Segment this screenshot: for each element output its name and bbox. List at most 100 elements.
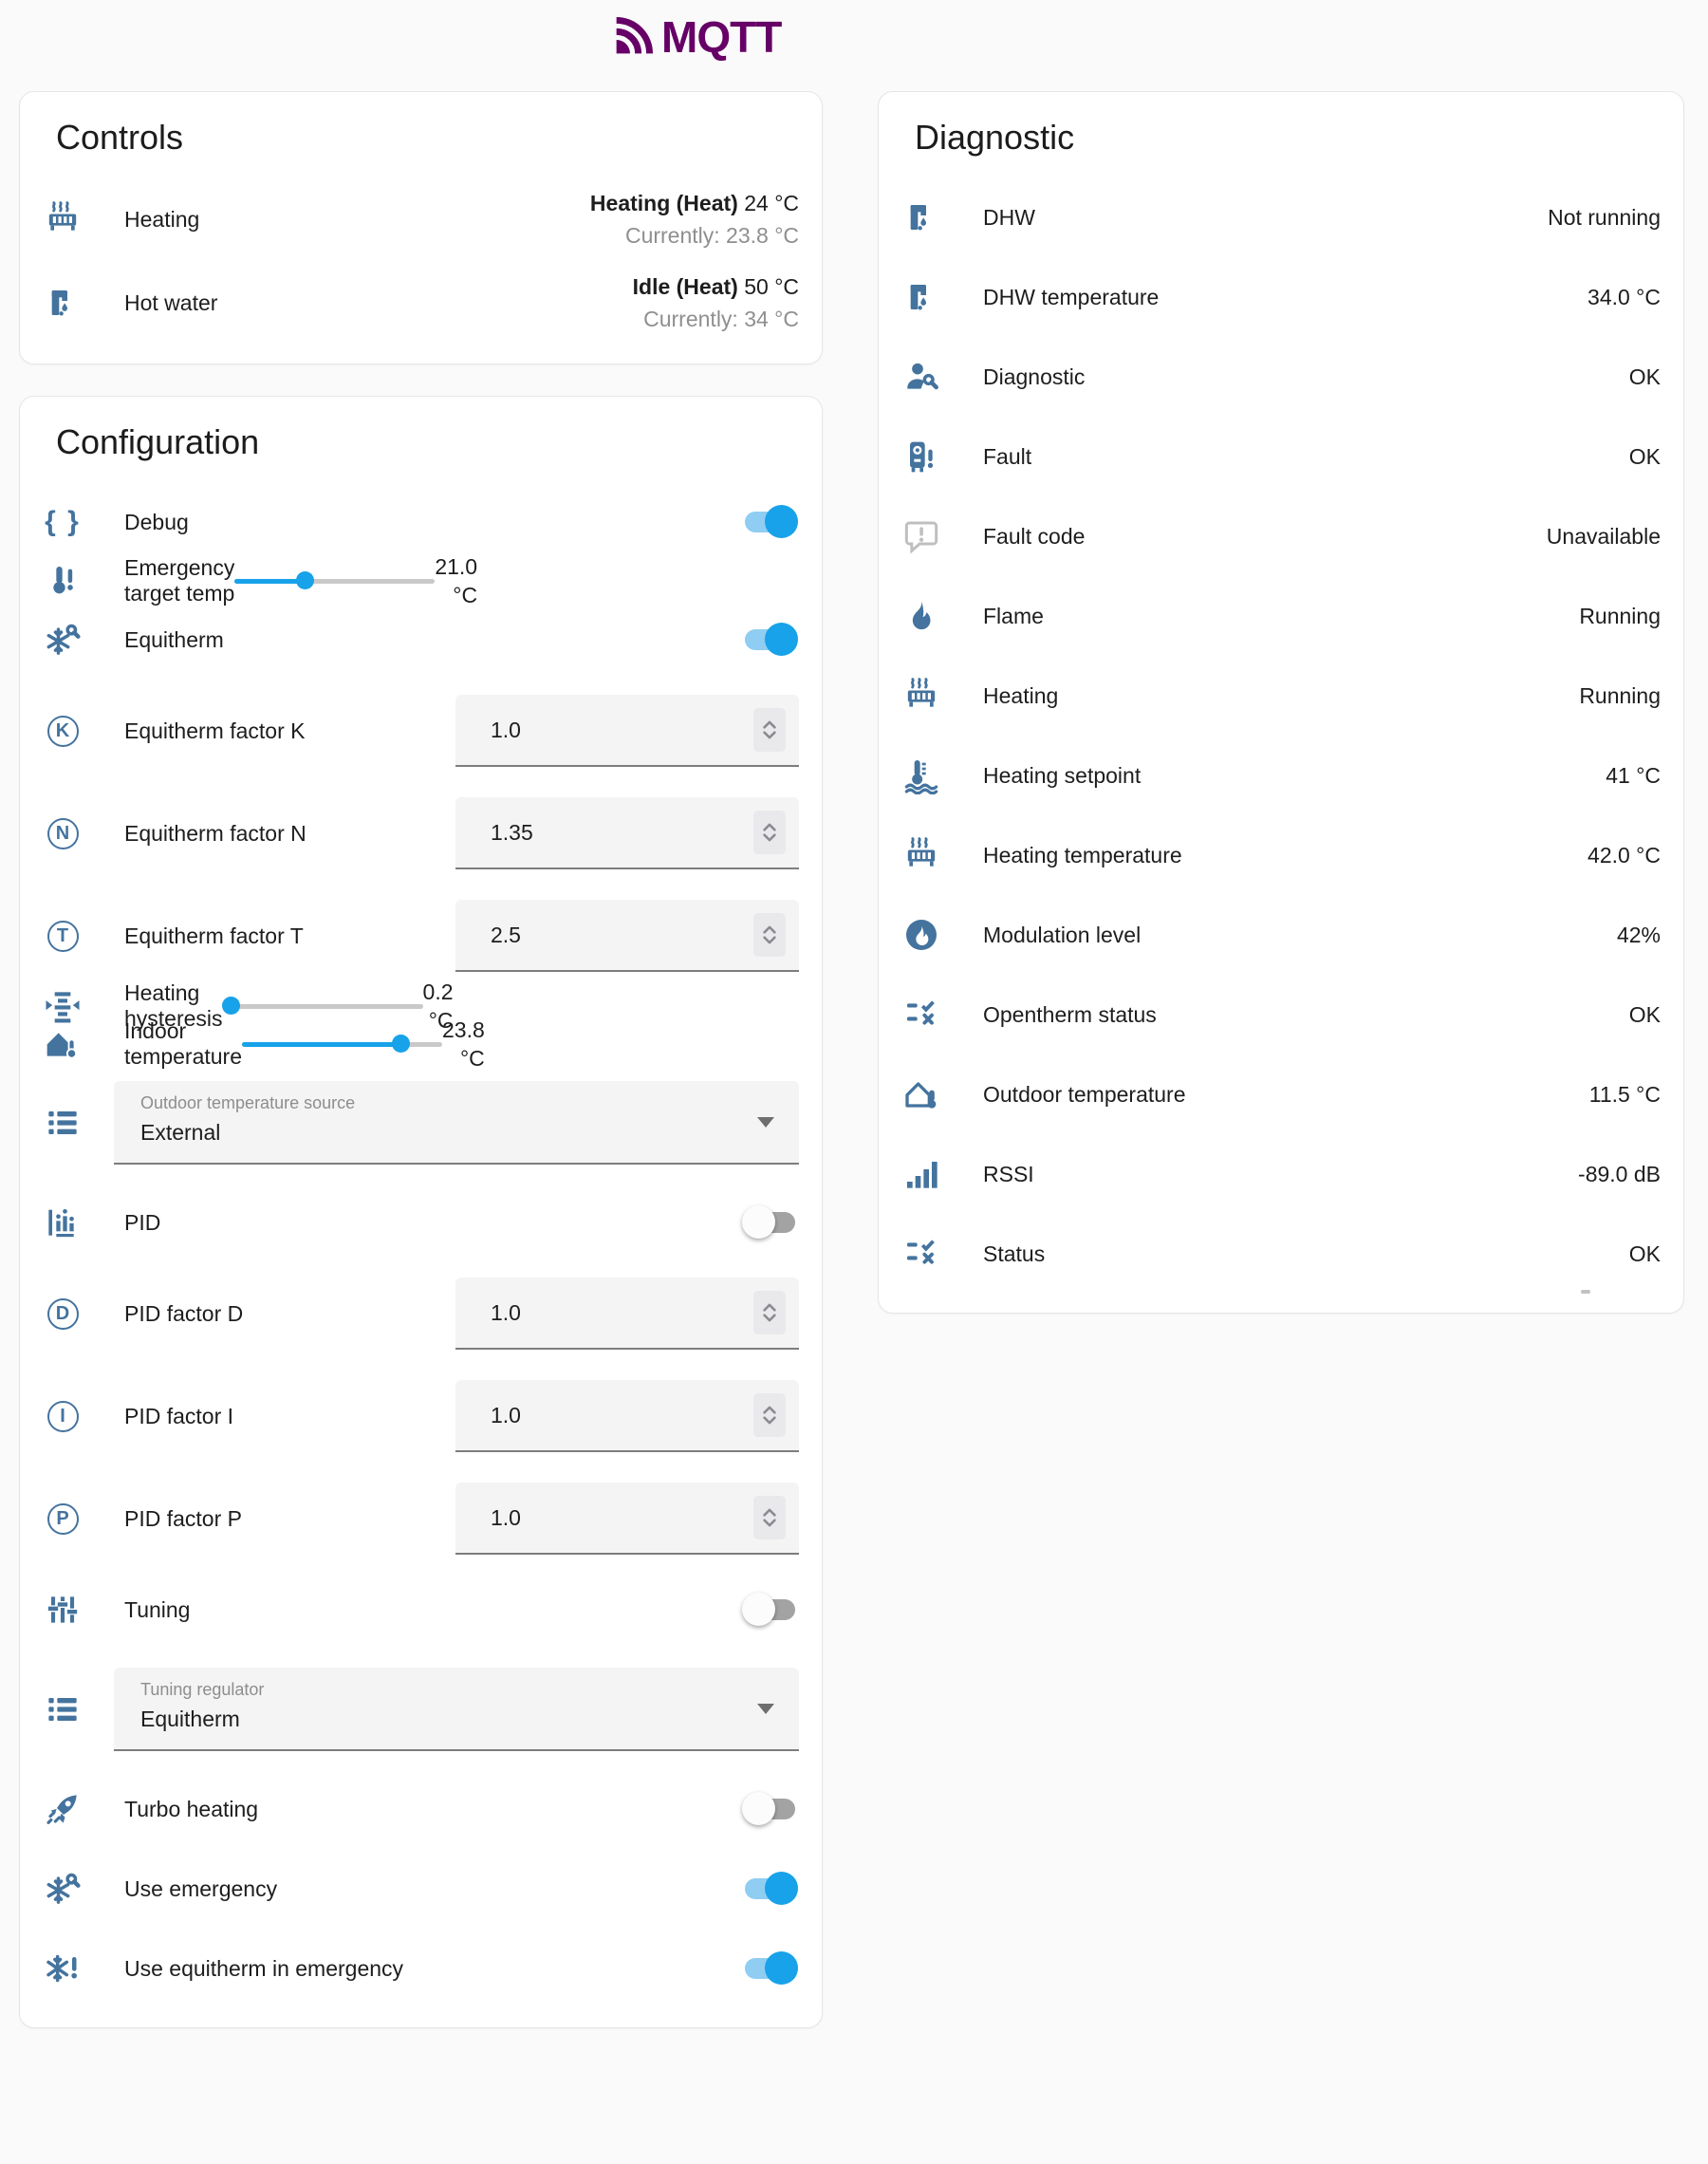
rocket-icon [44, 1790, 82, 1828]
config-row-emergency-target-temp: Emergency target temp21.0°C [20, 562, 220, 600]
configuration-card-title: Configuration [20, 425, 822, 459]
controls-rows: HeatingHeating (Heat) 24 °CCurrently: 23… [20, 177, 822, 345]
thermometer-water-icon [902, 756, 940, 794]
diagnostic-row[interactable]: StatusOK [879, 1214, 1683, 1294]
diagnostic-row[interactable]: FaultOK [879, 417, 1683, 496]
diagnostic-row[interactable]: Fault codeUnavailable [879, 496, 1683, 576]
diagnostic-label: Diagnostic [983, 364, 1629, 390]
diagnostic-row[interactable]: Outdoor temperature11.5 °C [879, 1054, 1683, 1134]
slider-fill [242, 1042, 400, 1047]
slider[interactable] [234, 562, 435, 600]
header: MQTT [0, 0, 1708, 91]
slider[interactable] [242, 1025, 442, 1063]
snowflake-wrench-icon [44, 1870, 82, 1908]
number-value: 1.0 [491, 1403, 521, 1428]
radiator-icon [902, 677, 940, 715]
diagnostic-value: 41 °C [1606, 763, 1661, 789]
radiator-icon [44, 200, 82, 238]
config-row-indoor-temperature: Indoor temperature23.8°C [20, 1025, 220, 1063]
diagnostic-value: OK [1629, 444, 1661, 470]
slider[interactable] [223, 987, 423, 1025]
diagnostic-row[interactable]: Heating setpoint41 °C [879, 736, 1683, 815]
faucet-icon [902, 198, 940, 236]
diagnostic-row[interactable]: HeatingRunning [879, 656, 1683, 736]
toggle[interactable] [745, 512, 795, 532]
config-row-tuning: Tuning [20, 1570, 822, 1650]
slider-value: 23.8°C [442, 1016, 485, 1073]
config-row-debug: { } Debug [20, 482, 822, 562]
diagnostic-row[interactable]: RSSI-89.0 dB [879, 1134, 1683, 1214]
diagnostic-value: 42.0 °C [1587, 843, 1661, 868]
state-current: Currently: 34 °C [633, 305, 799, 333]
number-value: 1.0 [491, 1505, 521, 1531]
toggle-thumb [765, 1951, 798, 1985]
toggle[interactable] [745, 629, 795, 650]
diagnostic-label: Flame [983, 604, 1579, 629]
number-input[interactable]: 1.0 [455, 1380, 799, 1452]
diagnostic-row[interactable]: Heating temperature42.0 °C [879, 815, 1683, 895]
config-row-tuning-regulator: Tuning regulatorEquitherm [20, 1650, 822, 1769]
config-label: Use emergency [124, 1876, 745, 1902]
diagnostic-label: Outdoor temperature [983, 1082, 1589, 1108]
number-stepper[interactable] [753, 811, 786, 854]
diagnostic-label: Modulation level [983, 923, 1617, 948]
number-stepper[interactable] [753, 708, 786, 752]
toggle-thumb [765, 623, 798, 656]
select-value: Equitherm [140, 1707, 799, 1732]
diagnostic-row[interactable]: DiagnosticOK [879, 337, 1683, 417]
code-braces-icon: { } [44, 503, 82, 541]
number-input[interactable]: 1.0 [455, 1483, 799, 1555]
circle-d-icon: D [44, 1295, 82, 1333]
state-line: Idle (Heat) 50 °C [633, 272, 799, 301]
config-label: Debug [124, 510, 745, 535]
control-state[interactable]: Heating (Heat) 24 °CCurrently: 23.8 °C [590, 189, 799, 250]
number-input[interactable]: 1.0 [455, 695, 799, 767]
slider-value: 21.0°C [435, 552, 477, 609]
diagnostic-row[interactable]: DHWNot running [879, 177, 1683, 257]
diagnostic-row[interactable]: DHW temperature34.0 °C [879, 257, 1683, 337]
number-stepper[interactable] [753, 913, 786, 957]
artifact-dash [1581, 1290, 1590, 1294]
mqtt-logo-text: MQTT [661, 11, 781, 63]
number-value: 1.0 [491, 718, 521, 743]
select-label: Outdoor temperature source [140, 1093, 799, 1113]
number-stepper[interactable] [753, 1291, 786, 1334]
number-input[interactable]: 2.5 [455, 900, 799, 972]
diagnostic-row[interactable]: FlameRunning [879, 576, 1683, 656]
diagnostic-row[interactable]: Opentherm statusOK [879, 975, 1683, 1054]
fire-icon [902, 597, 940, 635]
list-status-icon [902, 996, 940, 1034]
diagnostic-row[interactable]: Modulation level42% [879, 895, 1683, 975]
select[interactable]: Tuning regulatorEquitherm [114, 1668, 799, 1751]
slider-thumb[interactable] [296, 571, 314, 589]
diagnostic-label: Fault [983, 444, 1629, 470]
toggle[interactable] [745, 1212, 795, 1233]
chart-histogram-icon [44, 1203, 82, 1241]
select[interactable]: Outdoor temperature sourceExternal [114, 1081, 799, 1165]
diagnostic-label: Status [983, 1241, 1629, 1267]
toggle[interactable] [745, 1599, 795, 1620]
diagnostic-label: Heating temperature [983, 843, 1587, 868]
config-row-equitherm-factor-k: KEquitherm factor K1.0 [20, 680, 822, 782]
config-label: Equitherm factor T [124, 923, 455, 949]
config-row-pid: PID [20, 1183, 822, 1262]
number-input[interactable]: 1.0 [455, 1278, 799, 1350]
toggle[interactable] [745, 1958, 795, 1979]
diagnostic-card-title: Diagnostic [879, 121, 1683, 155]
toggle[interactable] [745, 1799, 795, 1819]
slider-thumb[interactable] [222, 997, 240, 1015]
config-row-outdoor-temperature-source: Outdoor temperature sourceExternal [20, 1063, 822, 1183]
config-row-turbo-heating: Turbo heating [20, 1769, 822, 1849]
control-state[interactable]: Idle (Heat) 50 °C Currently: 34 °C [633, 272, 799, 333]
number-stepper[interactable] [753, 1496, 786, 1539]
diagnostic-value: 11.5 °C [1589, 1082, 1661, 1108]
number-input[interactable]: 1.35 [455, 797, 799, 869]
state-mode: Heating (Heat) [590, 191, 738, 215]
number-stepper[interactable] [753, 1393, 786, 1437]
diagnostic-label: Heating setpoint [983, 763, 1606, 789]
slider-thumb[interactable] [392, 1035, 410, 1053]
config-label: PID factor I [124, 1404, 455, 1429]
toggle[interactable] [745, 1878, 795, 1899]
fire-circle-icon [902, 916, 940, 954]
configuration-card: Configuration { } Debug Emergency target t… [19, 396, 823, 2028]
